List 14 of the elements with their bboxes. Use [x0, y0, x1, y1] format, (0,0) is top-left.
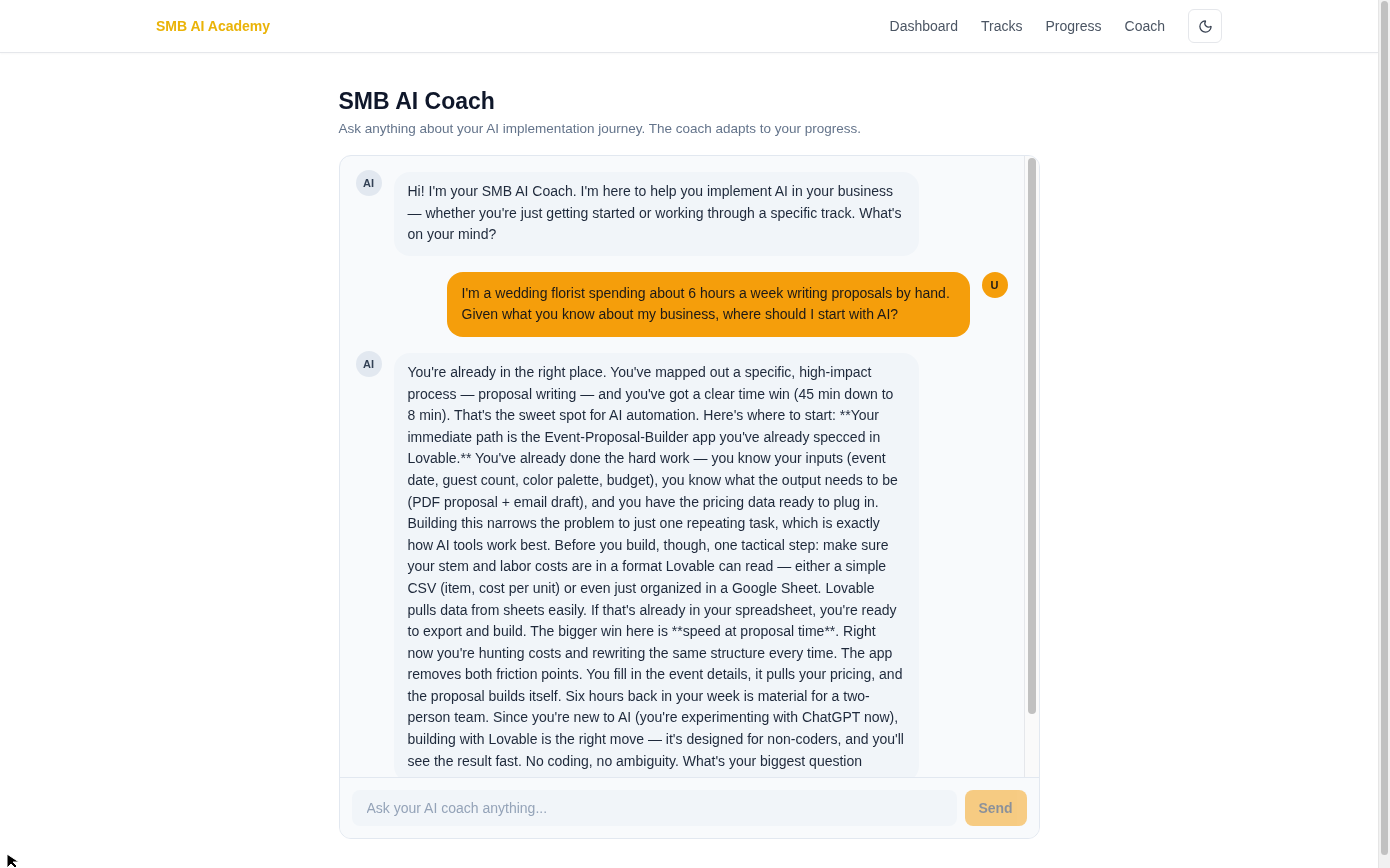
nav-link[interactable]: Dashboard	[889, 15, 958, 37]
chat-message: Hi! I'm your SMB AI Coach. I'm here to help you implement AI in your business — whether you're just getting started or working through a specific track. What's on your mind?	[393, 172, 919, 256]
avatar: U	[981, 271, 1008, 298]
chat-message: You're already in the right place. You've mapped out a specific, high-impact process — proposal writing — and you've got a clear time win (45 min down to 8 min). That's the sweet spot for AI automation. Here's where to start: **Your immediate path is the Event-Proposal-Builder app you've already specced in Lovable.** You've already done the hard work — you know your inputs (event date, guest count, color palette, budget), you know what the output needs to be (PDF proposal + email draft), and you have the pricing data ready to plug in. Building this narrows the problem to just one repeating task, which is exactly how AI tools work best. Before you build, though, one tactical step: make sure your stem and labor costs are in a format Lovable can read — either a simple CSV (item, cost per unit) or even just organized in a Google Sheet. Lovable pulls data from sheets easily. If that's already in your spreadsheet, you're ready to export and build. The bigger win here is **speed at proposal time**. Right now you're hunting costs and rewriting the same structure every time. The app removes both friction points. You fill in the event details, it pulls your pricing, and the proposal builds itself. Six hours back in your week is material for a two-person team. Since you're new to AI (you're experimenting with ChatGPT now), building with Lovable is the right move — it's designed for non-coders, and you'll see the result fast. No coding, no ambiguity. What's your biggest question	[393, 352, 919, 777]
moon-icon	[1197, 18, 1213, 34]
page-title: SMB AI Coach	[338, 87, 496, 115]
theme-toggle-button[interactable]	[1188, 9, 1222, 43]
page-subtitle: Ask anything about your AI implementation journey. The coach adapts to your progress.	[338, 120, 863, 138]
nav-link[interactable]: Tracks	[981, 15, 1023, 37]
avatar: AI	[355, 170, 382, 196]
chat-message: I'm a wedding florist spending about 6 hours a week writing proposals by hand. Given what you know about my business, where should I start with AI?	[446, 271, 970, 337]
nav-link[interactable]: Progress	[1045, 15, 1102, 37]
avatar: AI	[355, 350, 382, 377]
nav-link[interactable]: Coach	[1124, 15, 1165, 37]
